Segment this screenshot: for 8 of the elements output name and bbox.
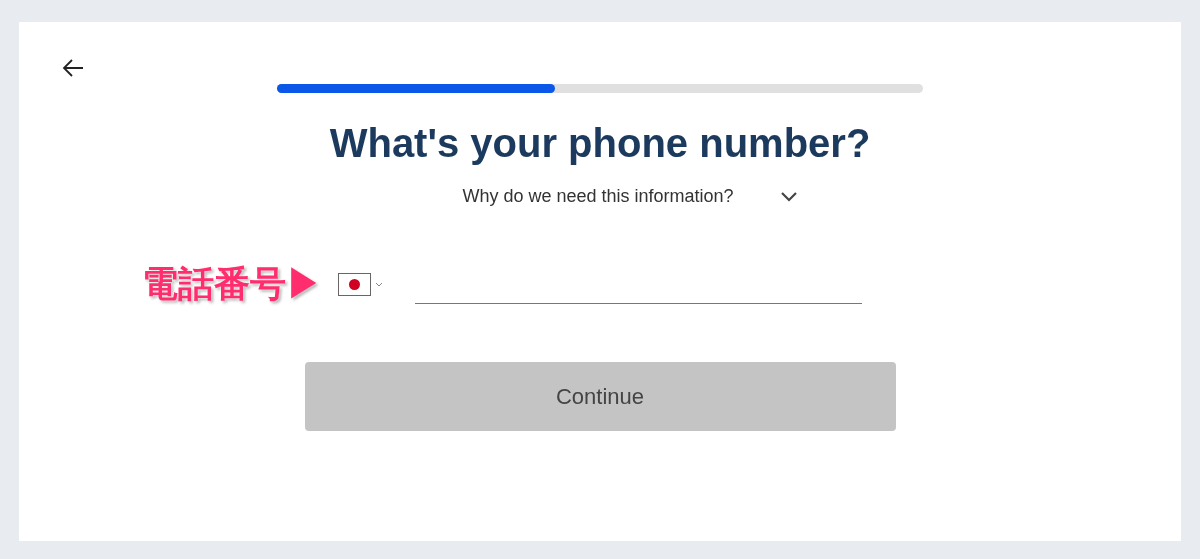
page-title: What's your phone number? — [329, 120, 871, 167]
back-arrow-icon — [61, 58, 85, 78]
country-select[interactable] — [338, 273, 383, 296]
chevron-icon — [779, 190, 798, 203]
flag-icon — [338, 273, 371, 296]
info-toggle[interactable]: Why do we need this information? — [462, 183, 798, 210]
caret-icon — [375, 281, 383, 288]
annotation-label: 電話番号▶ — [142, 262, 322, 306]
